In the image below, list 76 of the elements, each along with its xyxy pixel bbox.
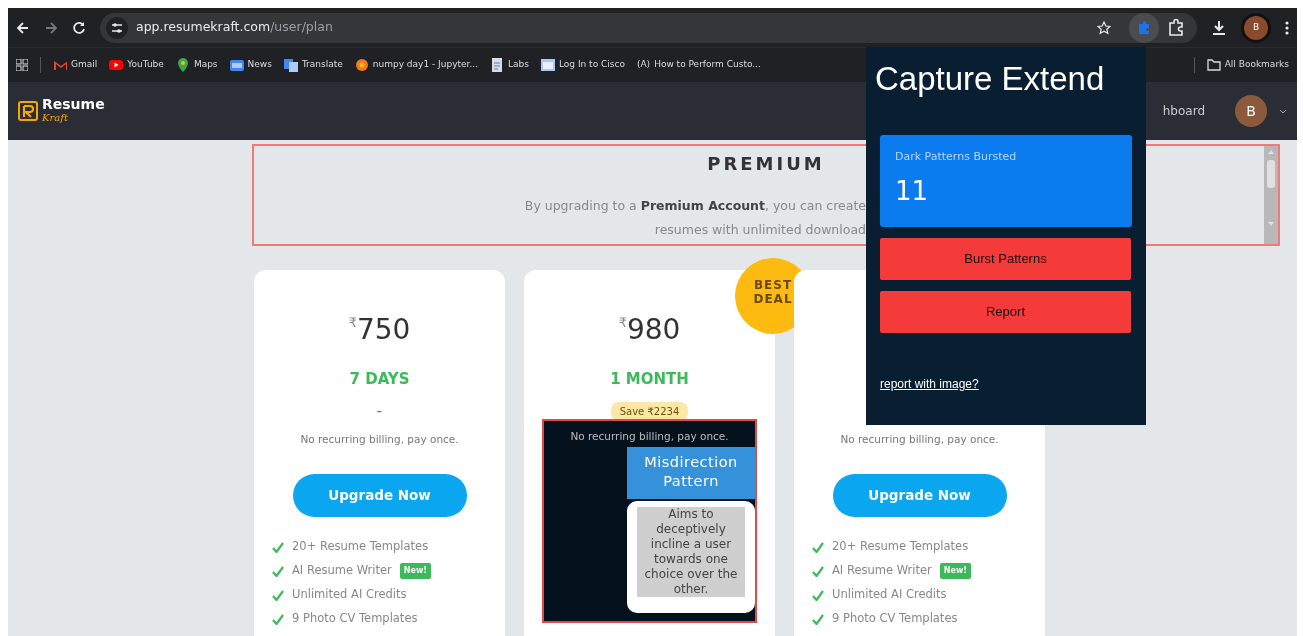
action-button[interactable]: Report (880, 291, 1131, 333)
check-icon (812, 613, 824, 625)
user-avatar[interactable]: B (1235, 95, 1267, 127)
action-button[interactable]: Burst Patterns (880, 238, 1131, 280)
chevron-down-icon[interactable] (1279, 108, 1287, 114)
new-badge: New! (399, 563, 431, 579)
plan-duration: 1 MONTH (610, 370, 689, 388)
stat-label: Dark Patterns Bursted (895, 149, 1018, 165)
pattern-description: Aims to deceptively incline a user towards one choice over the other. (637, 507, 745, 597)
plan-duration: 7 DAYS (349, 370, 410, 388)
forward-icon[interactable] (44, 20, 58, 35)
bookmark-item[interactable]: News (229, 58, 272, 72)
billing-note: No recurring billing, pay once. (300, 433, 459, 445)
feature-text: 20+ Resume Templates (292, 538, 429, 556)
puzzle-icon[interactable] (1167, 18, 1185, 37)
description-text: By upgrading to a Premium Account, you can create (524, 197, 866, 215)
check-icon (812, 541, 824, 553)
download-icon[interactable] (1211, 19, 1227, 36)
bookmark-item[interactable]: (A) How to Perform Custo... (636, 58, 761, 72)
section-title: PREMIUM (707, 152, 825, 176)
price-text: $^{₹}$980 (618, 313, 681, 346)
feature-text: Unlimited AI Credits (832, 586, 947, 604)
check-icon (272, 541, 284, 553)
feature-text: 9 Photo CV Templates (832, 610, 958, 628)
bookmark-item[interactable]: YouTube (109, 58, 164, 72)
address-bar[interactable]: app.resumekraft.com/user/plan (100, 12, 1197, 43)
play-icon (109, 58, 124, 72)
pattern-label: Misdirection Pattern (627, 447, 755, 499)
check-icon (272, 565, 284, 577)
folder-icon (1206, 59, 1221, 71)
mail-icon (53, 58, 67, 72)
report-link[interactable]: report with image? (880, 375, 979, 393)
reload-icon[interactable] (72, 20, 86, 35)
scrollbar[interactable] (1264, 146, 1278, 244)
billing-note: No recurring billing, pay once. (569, 429, 730, 444)
stat-value: 11 (895, 174, 930, 208)
billing-note: No recurring billing, pay once. (840, 433, 999, 445)
price-text: $^{₹}$750 (348, 313, 411, 346)
description-text: resumes with unlimited download (654, 221, 866, 239)
feature-text: 9 Photo CV Templates (292, 610, 418, 628)
apps-icon[interactable] (16, 59, 28, 71)
url-text: app.resumekraft.com/user/plan (136, 18, 333, 37)
more-icon[interactable] (1285, 20, 1289, 35)
check-icon (812, 589, 824, 601)
page-icon (540, 58, 555, 72)
translate-icon (283, 58, 298, 72)
all-bookmarks-button[interactable]: All Bookmarks (1206, 58, 1289, 72)
nav-link[interactable]: hboard (1162, 102, 1205, 120)
feature-text: AI Resume Writer (292, 562, 392, 580)
bookmark-item[interactable]: Labs (490, 58, 529, 72)
feature-text: Unlimited AI Credits (292, 586, 407, 604)
logo-icon (18, 101, 38, 121)
star-icon[interactable] (1097, 20, 1111, 35)
letter-icon: (A) (636, 58, 651, 72)
document-icon (490, 58, 504, 72)
check-icon (272, 613, 284, 625)
profile-avatar[interactable]: B (1241, 12, 1271, 43)
bookmark-item[interactable]: Gmail (53, 58, 98, 72)
extension-icon[interactable] (1129, 12, 1159, 43)
feature-text: 20+ Resume Templates (832, 538, 969, 556)
bookmark-item[interactable]: Log In to Cisco (540, 58, 625, 72)
newspaper-icon (229, 58, 244, 72)
site-settings-icon[interactable] (106, 16, 128, 39)
feature-text: AI Resume Writer (832, 562, 932, 580)
notebook-icon (354, 58, 369, 72)
separator-dash: - (376, 400, 383, 422)
map-pin-icon (175, 58, 190, 72)
bookmark-item[interactable]: numpy day1 - Jupyter... (354, 58, 478, 72)
bookmark-item[interactable]: Maps (175, 58, 218, 72)
popup-title: Capture Extend (875, 59, 1106, 99)
back-icon[interactable] (16, 20, 30, 35)
check-icon (272, 589, 284, 601)
bookmark-item[interactable]: Translate (283, 58, 343, 72)
check-icon (812, 565, 824, 577)
new-badge: New! (939, 563, 971, 579)
site-logo[interactable]: Resume Kraft (18, 98, 105, 124)
